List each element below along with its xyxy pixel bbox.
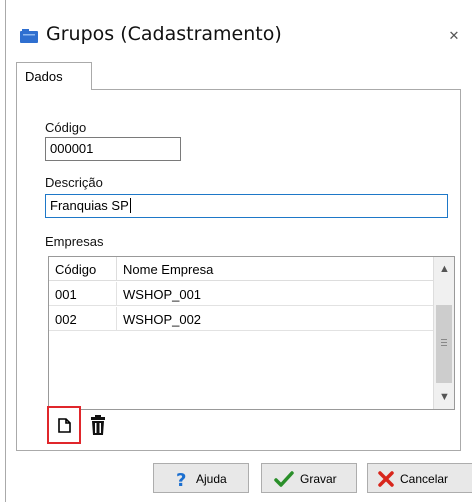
app-icon (20, 29, 38, 43)
cancel-button-label: Cancelar (400, 472, 449, 486)
empresas-grid[interactable]: Código Nome Empresa 001 WSHOP_001 002 WS… (48, 256, 455, 410)
empresas-label: Empresas (45, 234, 104, 249)
grip-icon (441, 339, 447, 346)
cell-nome-empresa[interactable]: WSHOP_001 (117, 282, 433, 306)
question-icon: ? (176, 470, 186, 489)
new-document-icon (58, 418, 71, 433)
column-header-nome-empresa[interactable]: Nome Empresa (117, 257, 433, 281)
table-row[interactable]: 002 WSHOP_002 (49, 307, 433, 331)
new-button[interactable] (47, 406, 81, 444)
tab-dados[interactable]: Dados (16, 62, 92, 90)
save-button[interactable]: Gravar (261, 463, 357, 493)
descricao-label: Descrição (45, 175, 103, 190)
scroll-up-arrow-icon[interactable]: ▲ (434, 259, 455, 279)
window-title: Grupos (Cadastramento) (46, 23, 282, 45)
descricao-field[interactable]: Franquias SP (45, 194, 448, 218)
help-button[interactable]: ? Ajuda (153, 463, 249, 493)
help-button-label: Ajuda (196, 472, 227, 486)
close-icon[interactable]: ✕ (446, 28, 462, 44)
cell-codigo[interactable]: 001 (49, 282, 117, 306)
checkmark-icon (274, 471, 294, 487)
cell-codigo[interactable]: 002 (49, 307, 117, 331)
cancel-button[interactable]: Cancelar (367, 463, 472, 493)
vertical-scrollbar[interactable]: ▲ ▼ (433, 257, 454, 409)
cell-nome-empresa[interactable]: WSHOP_002 (117, 307, 433, 331)
codigo-label: Código (45, 120, 87, 135)
tab-panel-dados: Código 000001 Descrição Franquias SP Emp… (16, 89, 461, 451)
dialog-window: Grupos (Cadastramento) ✕ Dados Código 00… (5, 0, 472, 502)
grid-header: Código Nome Empresa (49, 257, 433, 281)
x-icon (378, 471, 394, 487)
title-bar[interactable]: Grupos (Cadastramento) ✕ (6, 0, 472, 52)
trash-icon[interactable] (90, 415, 106, 435)
scroll-thumb[interactable] (436, 305, 452, 383)
column-header-codigo[interactable]: Código (49, 257, 117, 281)
save-button-label: Gravar (300, 472, 337, 486)
descricao-value: Franquias SP (50, 198, 129, 213)
svg-text:?: ? (176, 470, 186, 489)
text-caret (129, 198, 131, 213)
table-row[interactable]: 001 WSHOP_001 (49, 282, 433, 306)
scroll-down-arrow-icon[interactable]: ▼ (434, 387, 455, 407)
codigo-field[interactable]: 000001 (45, 137, 181, 161)
